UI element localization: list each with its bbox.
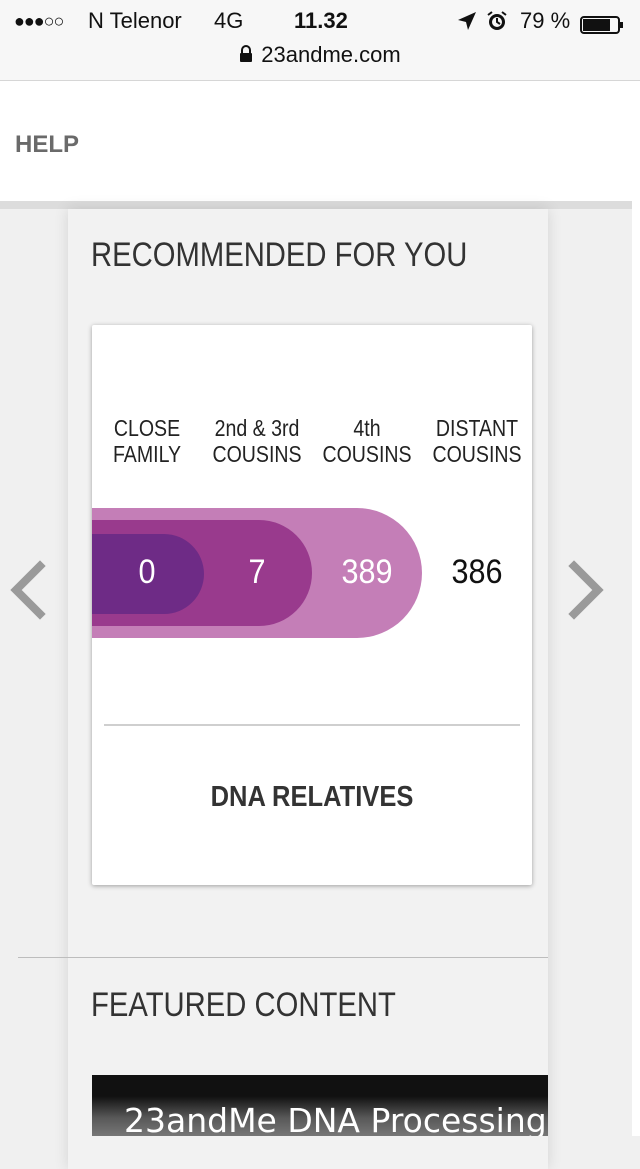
category-2nd-3rd-cousins: 2nd & 3rd COUSINS bbox=[210, 415, 304, 467]
chevron-right-icon[interactable] bbox=[566, 560, 606, 620]
signal-strength: ●●●○○ bbox=[14, 11, 64, 31]
location-arrow-icon bbox=[456, 10, 478, 38]
count-close-family: 0 bbox=[138, 553, 156, 591]
alarm-icon bbox=[486, 10, 508, 38]
category-label-line2: COUSINS bbox=[322, 441, 412, 467]
chevron-left-icon[interactable] bbox=[8, 560, 48, 620]
dna-relatives-link[interactable]: DNA RELATIVES bbox=[118, 781, 505, 814]
count-2nd-3rd-cousins: 7 bbox=[248, 553, 266, 591]
category-distant-cousins: DISTANT COUSINS bbox=[430, 415, 524, 467]
count-4th-cousins: 389 bbox=[341, 553, 393, 591]
help-divider bbox=[0, 201, 632, 209]
category-4th-cousins: 4th COUSINS bbox=[320, 415, 414, 467]
status-bar: ●●●○○ N Telenor 4G 11.32 79 % 23andme.co… bbox=[0, 0, 640, 81]
category-label-line2: COUSINS bbox=[212, 441, 302, 467]
help-bar: HELP bbox=[0, 81, 640, 201]
clock-time: 11.32 bbox=[294, 8, 348, 33]
battery-icon bbox=[580, 14, 624, 34]
address-bar[interactable]: 23andme.com bbox=[0, 40, 640, 70]
category-label-line1: DISTANT bbox=[435, 415, 519, 441]
category-label-line2: COUSINS bbox=[432, 441, 522, 467]
help-link[interactable]: HELP bbox=[15, 131, 79, 159]
carrier-name: N Telenor bbox=[88, 8, 182, 33]
status-row: ●●●○○ N Telenor 4G 11.32 79 % bbox=[0, 6, 640, 36]
featured-title: FEATURED CONTENT bbox=[91, 986, 396, 1024]
section-divider bbox=[18, 957, 548, 958]
category-close-family: CLOSE FAMILY bbox=[100, 415, 194, 467]
video-title: 23andMe DNA Processing bbox=[124, 1101, 547, 1136]
dna-relatives-card[interactable]: CLOSE FAMILY 2nd & 3rd COUSINS 4th COUSI… bbox=[92, 325, 532, 885]
category-label-line1: CLOSE bbox=[113, 415, 181, 441]
battery-percent: 79 % bbox=[520, 8, 571, 33]
recommended-title: RECOMMENDED FOR YOU bbox=[91, 236, 468, 274]
network-type: 4G bbox=[214, 8, 244, 33]
featured-video-thumbnail[interactable]: 23andMe DNA Processing bbox=[92, 1075, 548, 1136]
page-edge bbox=[632, 201, 640, 1136]
url-text: 23andme.com bbox=[261, 42, 401, 67]
lock-icon bbox=[239, 41, 253, 71]
count-distant-cousins: 386 bbox=[451, 553, 503, 591]
category-label-line2: FAMILY bbox=[112, 441, 182, 467]
category-label-line1: 4th bbox=[353, 415, 381, 441]
category-label-line1: 2nd & 3rd bbox=[214, 415, 300, 441]
card-divider bbox=[104, 724, 520, 726]
